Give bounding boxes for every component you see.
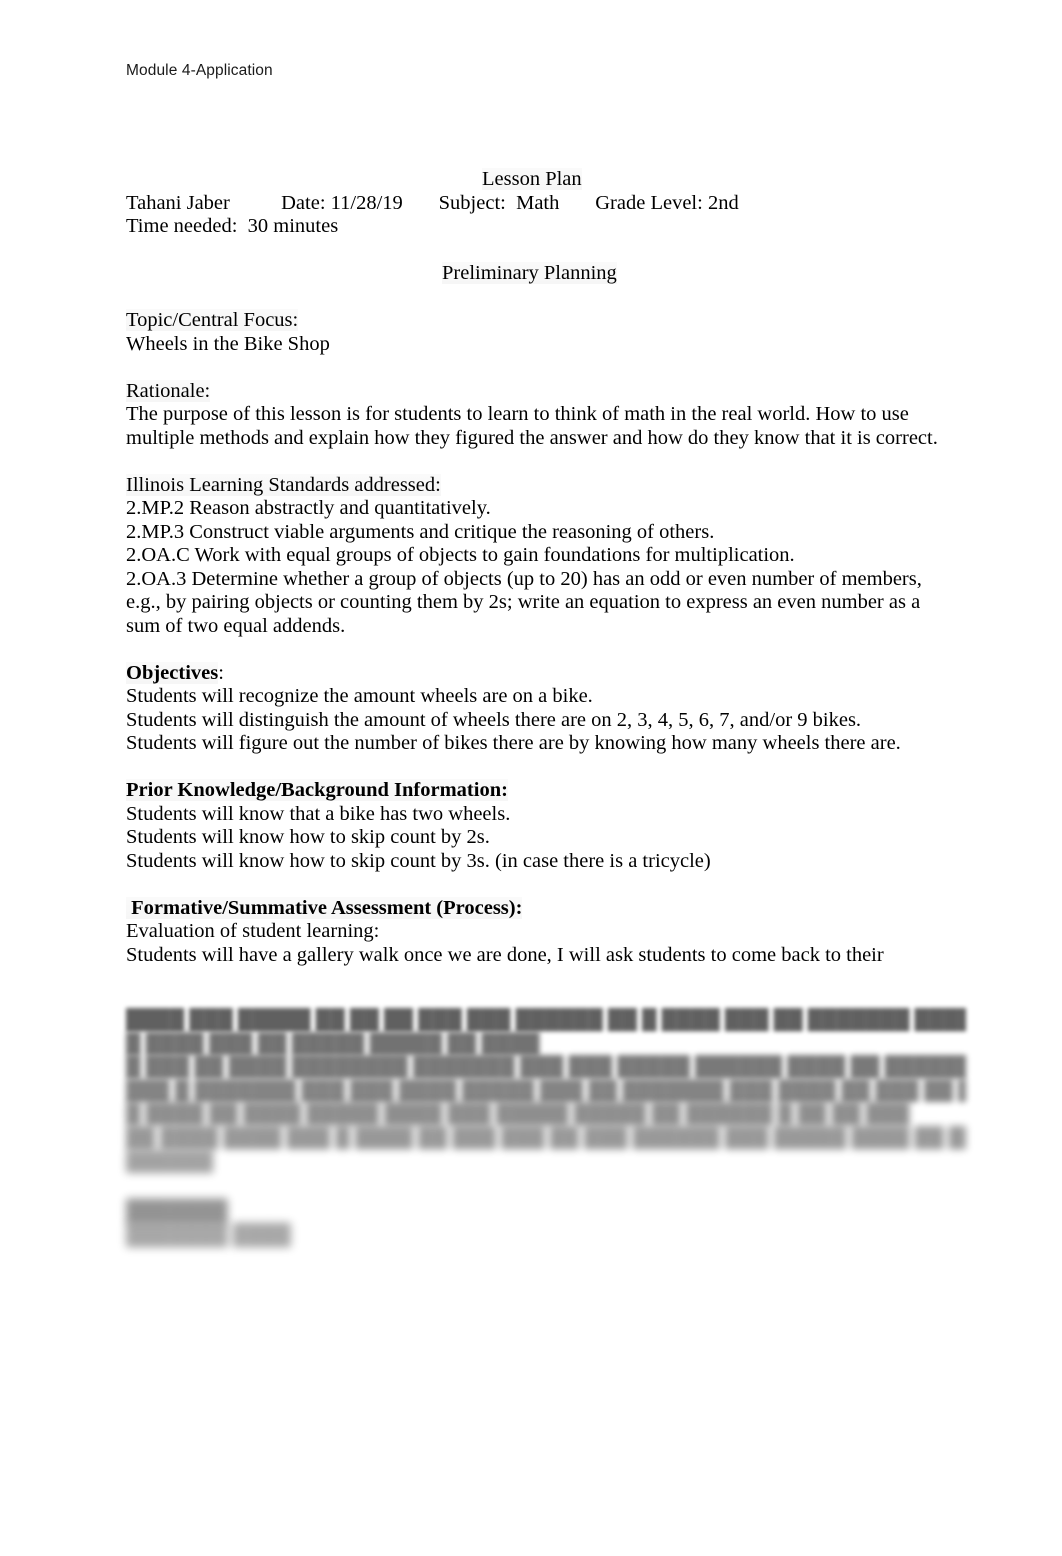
standard-item: 2.MP.2 Reason abstractly and quantitativ… [126, 497, 491, 519]
document-body: Lesson Plan Tahani Jaber Date: 11/28/19 … [126, 168, 946, 967]
prior-knowledge-heading: Prior Knowledge/Background Information: [126, 779, 946, 803]
page-title-text: Lesson Plan [482, 168, 582, 190]
header-field-row: Tahani Jaber Date: 11/28/19 Subject: Mat… [126, 192, 946, 216]
standards-heading: Illinois Learning Standards addressed: [126, 473, 946, 498]
prior-knowledge-item: Students will know how to skip count by … [126, 826, 490, 848]
illegible-heading: ███████ [126, 1200, 228, 1222]
assessment-body: Students will have a gallery walk once w… [126, 943, 884, 966]
section-title-text: Preliminary Planning [442, 262, 617, 284]
field-gap-2 [403, 192, 439, 214]
illegible-line: ████ ███ █████ ██ ██ ██ ███ ███ ██████ █… [126, 1008, 966, 1030]
illegible-tail-block: ███████ ███████ ████ [126, 1200, 526, 1247]
prior-knowledge-item: Students will know that a bike has two w… [126, 802, 511, 825]
illegible-line: ██████ [126, 1149, 214, 1172]
objectives-heading: Objectives: [126, 661, 946, 686]
date-field: Date: 11/28/19 [281, 191, 403, 214]
rationale-body: The purpose of this lesson is for studen… [126, 403, 938, 449]
page-title: Lesson Plan [126, 168, 946, 192]
rationale-heading-text: Rationale: [126, 379, 211, 402]
standards-heading-text: Illinois Learning Standards addressed: [126, 473, 441, 496]
assessment-heading-text: Formative/Summative Assessment (Process)… [126, 896, 523, 919]
standard-item: 2.OA.3 Determine whether a group of obje… [126, 567, 922, 637]
objective-item: Students will distinguish the amount of … [126, 708, 862, 731]
illegible-line: ███████ ████ [126, 1223, 291, 1246]
standard-item: 2.OA.C Work with equal groups of objects… [126, 544, 795, 566]
topic-line: Wheels in the Bike Shop [126, 332, 330, 355]
illegible-line: █ ███ ██ ████ ████████ ███████ ███ ███ █… [126, 1055, 966, 1078]
objective-item: Students will recognize the amount wheel… [126, 685, 593, 707]
illegible-line: ███ █ ███████ ███ ███ ████ █████ ███ ██ … [126, 1078, 966, 1101]
section-title: Preliminary Planning [126, 262, 946, 286]
objective-item: Students will figure out the number of b… [126, 732, 901, 754]
illegible-line: ██ ████ ████ ███ █ ████ ██ ███ ███ ██ ██… [126, 1125, 966, 1148]
running-head: Module 4-Application [126, 62, 273, 79]
assessment-heading: Formative/Summative Assessment (Process)… [126, 896, 946, 921]
author-field: Tahani Jaber [126, 191, 230, 214]
illegible-line: █ ████ ██ ████ █████ ████ ███ █████ ████… [126, 1102, 910, 1125]
document-page: Module 4-Application Lesson Plan Tahani … [0, 0, 1062, 1556]
subject-field: Subject: Math [438, 191, 560, 214]
objectives-heading-colon: : [218, 661, 224, 684]
topic-heading-text: Topic/Central Focus: [126, 309, 299, 331]
field-gap-3 [559, 192, 595, 214]
grade-level-field: Grade Level: 2nd [595, 191, 739, 214]
standard-item: 2.MP.3 Construct viable arguments and cr… [126, 520, 715, 543]
assessment-eval-label: Evaluation of student learning: [126, 920, 380, 942]
time-needed-field: Time needed: 30 minutes [126, 215, 339, 237]
illegible-line: █ ████ ███ ██ █████ █████ ██ ████ [126, 1031, 540, 1054]
prior-knowledge-item: Students will know how to skip count by … [126, 849, 711, 872]
rationale-heading: Rationale: [126, 379, 946, 404]
illegible-text-block: ████ ███ █████ ██ ██ ██ ███ ███ ██████ █… [126, 1008, 966, 1173]
prior-knowledge-heading-text: Prior Knowledge/Background Information: [126, 779, 508, 801]
topic-heading: Topic/Central Focus: [126, 309, 946, 333]
field-gap-1 [230, 192, 281, 214]
objectives-heading-text: Objectives [126, 661, 219, 684]
